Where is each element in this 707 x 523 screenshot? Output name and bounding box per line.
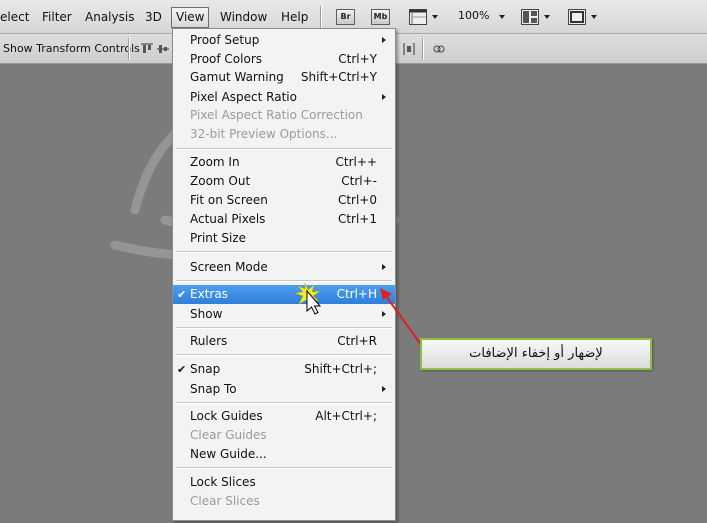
mini-bridge-button[interactable]: Mb	[371, 9, 390, 25]
menu-3d[interactable]: 3D	[145, 8, 162, 27]
menu-item-label: Lock Slices	[190, 475, 256, 489]
menu-item-shortcut: Ctrl+1	[337, 212, 377, 226]
checkmark-icon: ✔	[177, 363, 187, 376]
auto-align-icon[interactable]	[432, 42, 446, 56]
menu-window[interactable]: Window	[220, 8, 267, 27]
menu-item-pixel-aspect-ratio-correction: Pixel Aspect Ratio Correction	[173, 106, 395, 125]
menu-item-label: Snap	[190, 362, 221, 376]
menu-item-lock-slices[interactable]: Lock Slices	[173, 473, 395, 492]
submenu-arrow-icon	[382, 264, 386, 270]
menu-item-label: Rulers	[190, 334, 228, 348]
menu-item-shortcut: Shift+Ctrl+Y	[300, 70, 377, 84]
menu-item-label: Proof Colors	[190, 52, 262, 66]
menu-item-lock-guides[interactable]: Lock Guides Alt+Ctrl+;	[173, 407, 395, 426]
menu-item-label: Fit on Screen	[190, 193, 268, 207]
menu-item-label: Zoom Out	[190, 174, 251, 188]
menu-item-label: Proof Setup	[190, 33, 260, 47]
menu-item-shortcut: Ctrl+-	[341, 174, 377, 188]
menu-separator	[176, 354, 392, 356]
menu-item-label: Actual Pixels	[190, 212, 266, 226]
menu-item-print-size[interactable]: Print Size	[173, 229, 395, 248]
menu-item-proof-setup[interactable]: Proof Setup	[173, 31, 395, 50]
menu-item-shortcut: Ctrl+Y	[338, 52, 377, 66]
bridge-button[interactable]: Br	[336, 9, 355, 25]
menu-item-fit-on-screen[interactable]: Fit on Screen Ctrl+0	[173, 191, 395, 210]
menu-item-label: New Guide...	[190, 447, 267, 461]
menu-item-snap-to[interactable]: Snap To	[173, 380, 395, 399]
menu-item-label: Screen Mode	[190, 260, 268, 274]
menu-item-shortcut: Ctrl+0	[337, 193, 377, 207]
menu-item-label: 32-bit Preview Options...	[190, 127, 338, 141]
menu-analysis[interactable]: Analysis	[85, 8, 134, 27]
menu-item-label: Lock Guides	[190, 409, 263, 423]
menu-separator	[176, 327, 392, 329]
chevron-down-icon[interactable]	[544, 15, 550, 19]
view-menu-dropdown: Proof Setup Proof Colors Ctrl+Y Gamut War…	[172, 28, 396, 521]
menu-item-32bit-preview-options: 32-bit Preview Options...	[173, 125, 395, 144]
screen-mode-icon[interactable]	[568, 9, 586, 25]
options-separator	[128, 38, 129, 60]
menu-item-label: Extras	[190, 287, 228, 301]
menu-item-label: Clear Guides	[190, 428, 267, 442]
submenu-arrow-icon	[382, 386, 386, 392]
menu-select[interactable]: elect	[0, 8, 29, 27]
checkmark-icon: ✔	[177, 288, 187, 301]
menu-separator	[176, 280, 392, 282]
menu-item-label: Print Size	[190, 231, 247, 245]
menu-item-actual-pixels[interactable]: Actual Pixels Ctrl+1	[173, 210, 395, 229]
view-extras-icon[interactable]	[409, 9, 427, 25]
menu-item-label: Zoom In	[190, 155, 240, 169]
menu-item-zoom-out[interactable]: Zoom Out Ctrl+-	[173, 172, 395, 191]
annotation-callout: لإضهار أو إخفاء الإضافات	[420, 338, 652, 370]
menu-item-pixel-aspect-ratio[interactable]: Pixel Aspect Ratio	[173, 88, 395, 107]
zoom-level-select[interactable]: 100%	[458, 9, 489, 22]
menu-item-extras[interactable]: ✔ Extras Ctrl+H	[173, 285, 395, 304]
menu-item-gamut-warning[interactable]: Gamut Warning Shift+Ctrl+Y	[173, 68, 395, 87]
menu-separator	[176, 402, 392, 404]
menu-item-new-guide[interactable]: New Guide...	[173, 445, 395, 464]
mouse-cursor-icon	[294, 282, 322, 315]
menu-item-label: Show	[190, 307, 223, 321]
menu-item-shortcut: Ctrl++	[335, 155, 377, 169]
align-vertical-center-icon[interactable]	[156, 42, 170, 56]
menu-separator	[176, 467, 392, 469]
toolbar-separator	[320, 6, 321, 28]
menu-item-label: Snap To	[190, 382, 237, 396]
menu-item-screen-mode[interactable]: Screen Mode	[173, 258, 395, 277]
menu-item-label: Gamut Warning	[190, 70, 284, 84]
menu-item-label: Pixel Aspect Ratio	[190, 90, 297, 104]
menu-item-clear-slices: Clear Slices	[173, 492, 395, 511]
menu-item-snap[interactable]: ✔ Snap Shift+Ctrl+;	[173, 360, 395, 379]
menu-filter[interactable]: Filter	[42, 8, 72, 27]
menu-item-proof-colors[interactable]: Proof Colors Ctrl+Y	[173, 50, 395, 69]
menu-item-show[interactable]: Show	[173, 305, 395, 324]
menu-item-shortcut: Shift+Ctrl+;	[304, 362, 377, 376]
show-transform-controls-label[interactable]: Show Transform Controls	[3, 42, 140, 55]
align-top-icon[interactable]	[140, 42, 154, 56]
submenu-arrow-icon	[382, 37, 386, 43]
menu-item-label: Clear Slices	[190, 494, 260, 508]
options-separator	[422, 38, 423, 60]
chevron-down-icon[interactable]	[432, 15, 438, 19]
menu-separator	[176, 251, 392, 253]
chevron-down-icon[interactable]	[591, 15, 597, 19]
distribute-icon[interactable]	[402, 42, 416, 56]
menu-item-label: Pixel Aspect Ratio Correction	[190, 108, 363, 122]
menu-separator	[176, 148, 392, 150]
menu-help[interactable]: Help	[281, 8, 308, 27]
arrange-documents-icon[interactable]	[521, 9, 539, 25]
menu-item-clear-guides: Clear Guides	[173, 426, 395, 445]
menu-item-rulers[interactable]: Rulers Ctrl+R	[173, 332, 395, 351]
submenu-arrow-icon	[382, 94, 386, 100]
chevron-down-icon[interactable]	[499, 15, 505, 19]
menu-item-zoom-in[interactable]: Zoom In Ctrl++	[173, 153, 395, 172]
menu-view[interactable]: View	[171, 7, 210, 28]
menu-item-shortcut: Alt+Ctrl+;	[315, 409, 377, 423]
